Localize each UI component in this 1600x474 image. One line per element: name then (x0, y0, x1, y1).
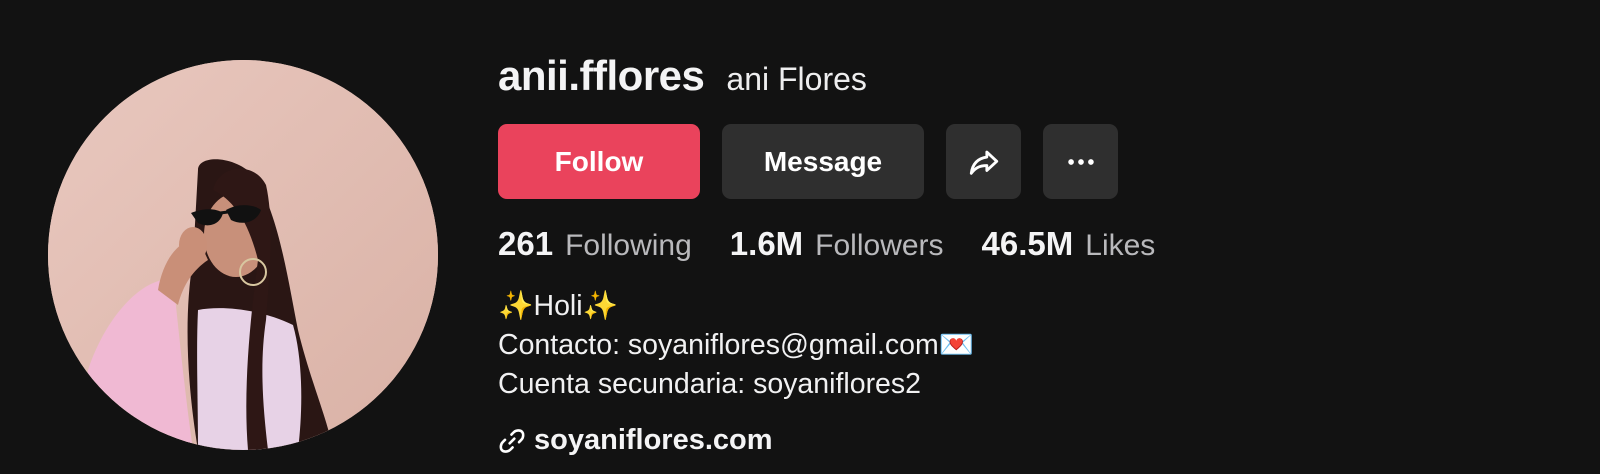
followers-count: 1.6M (729, 225, 804, 262)
message-button[interactable]: Message (722, 124, 924, 199)
profile-actions: Follow Message (498, 124, 1558, 199)
profile-link[interactable]: soyaniflores.com (498, 424, 1558, 457)
profile-stats: 261 Following 1.6M Followers 46.5M Likes (498, 225, 1558, 263)
more-button[interactable] (1043, 124, 1118, 199)
bio-line-secondary-account: Cuenta secundaria: soyaniflores2 (498, 368, 922, 400)
avatar-photo (48, 60, 438, 450)
share-button[interactable] (946, 124, 1021, 199)
bio-line-contact: Contacto: soyaniflores@gmail.com💌 (498, 329, 975, 361)
likes-label: Likes (1085, 229, 1156, 262)
link-icon (499, 428, 525, 453)
profile-info: anii.fflores ani Flores Follow Message 2… (498, 52, 1558, 457)
stat-following[interactable]: 261 Following (498, 225, 692, 263)
nickname: ani Flores (726, 61, 867, 97)
profile-link-text[interactable]: soyaniflores.com (534, 424, 773, 457)
likes-count: 46.5M (981, 225, 1074, 262)
username: anii.fflores (498, 52, 705, 99)
following-label: Following (565, 229, 692, 262)
bio-line-greeting: ✨Holi✨ (498, 290, 619, 322)
share-arrow-icon (969, 150, 998, 175)
stat-likes: 46.5M Likes (982, 225, 1156, 263)
profile-avatar[interactable] (48, 60, 438, 450)
follow-button[interactable]: Follow (498, 124, 700, 199)
stat-followers[interactable]: 1.6M Followers (730, 225, 944, 263)
following-count: 261 (498, 225, 554, 262)
profile-bio: ✨Holi✨ Contacto: soyaniflores@gmail.com💌… (498, 287, 1558, 404)
followers-label: Followers (815, 229, 944, 262)
profile-names: anii.fflores ani Flores (498, 52, 1558, 108)
more-dots-icon (1067, 158, 1094, 165)
